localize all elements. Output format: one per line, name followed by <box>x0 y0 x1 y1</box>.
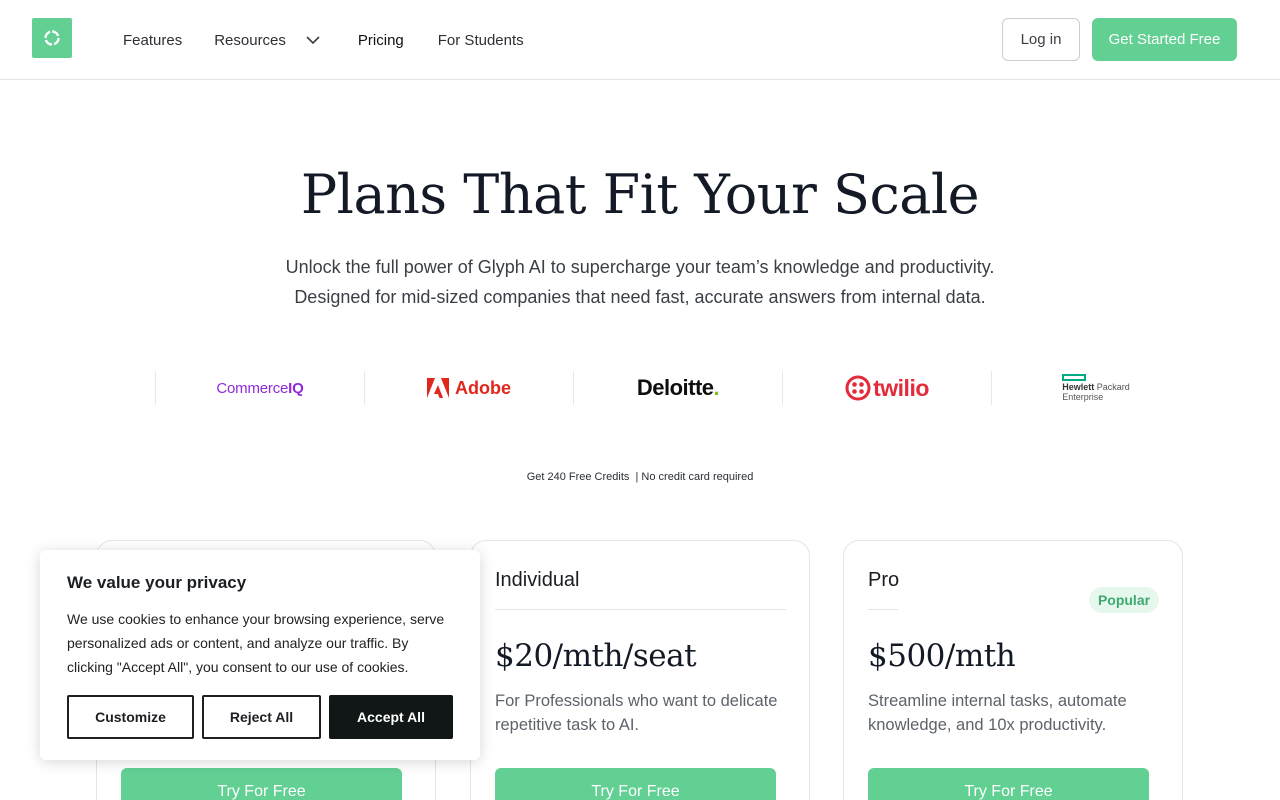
nav-pricing[interactable]: Pricing <box>358 30 404 50</box>
logo-deloitte: Deloitte. <box>573 371 782 405</box>
popular-badge: Popular <box>1089 587 1159 613</box>
cookie-text: We use cookies to enhance your browsing … <box>67 611 445 675</box>
deloitte-dot: . <box>713 375 720 400</box>
plan-card-pro: Pro Popular $500/mth Streamline internal… <box>843 540 1183 800</box>
adobe-text: Adobe <box>455 377 511 398</box>
accept-all-button[interactable]: Accept All <box>329 695 453 739</box>
adobe-icon <box>427 378 449 398</box>
try-free-button-individual[interactable]: Try For Free <box>495 768 776 800</box>
brand-logo[interactable] <box>32 18 72 58</box>
login-button[interactable]: Log in <box>1002 18 1080 61</box>
twilio-text: twilio <box>873 374 929 401</box>
logo-twilio: twilio <box>782 371 991 405</box>
customize-button[interactable]: Customize <box>67 695 194 739</box>
plan-card-individual: Individual $20/mth/seat For Professional… <box>470 540 810 800</box>
divider <box>868 609 898 610</box>
commerceiq-text-bold: IQ <box>288 379 304 397</box>
plan-description: For Professionals who want to delicate r… <box>495 692 778 734</box>
deloitte-text: Deloitte <box>636 375 714 400</box>
hero-subtitle-line-2: Designed for mid-sized companies that ne… <box>294 287 986 307</box>
hpe-bar-icon <box>1062 374 1087 381</box>
page-title: Plans That Fit Your Scale <box>300 163 980 226</box>
customer-logos: CommerceIQ Adobe Deloitte. twilio Hewlet… <box>155 371 1201 405</box>
try-free-button-free[interactable]: Try For Free <box>121 768 402 800</box>
reject-all-button[interactable]: Reject All <box>202 695 321 739</box>
cookie-consent-banner: We value your privacy We use cookies to … <box>40 550 480 760</box>
circle-ring-icon <box>44 30 60 46</box>
nav-resources-label: Resources <box>214 31 286 49</box>
hpe-text-1: Hewlett <box>1062 382 1095 392</box>
cookie-title: We value your privacy <box>67 573 247 592</box>
main-nav: Features Resources Pricing For Students <box>123 30 524 50</box>
nav-for-students[interactable]: For Students <box>438 30 524 50</box>
get-started-button[interactable]: Get Started Free <box>1092 18 1237 61</box>
chevron-down-icon[interactable] <box>306 36 320 44</box>
nav-resources[interactable]: Resources <box>214 30 320 50</box>
plan-price: $500/mth <box>868 638 1016 674</box>
hpe-text-2: Packard <box>1096 382 1130 392</box>
divider <box>495 609 786 610</box>
twilio-icon <box>845 375 871 401</box>
hpe-text-3: Enterprise <box>1062 392 1104 402</box>
logo-adobe: Adobe <box>364 371 573 405</box>
plan-description: Streamline internal tasks, automate know… <box>868 692 1127 734</box>
try-free-button-pro[interactable]: Try For Free <box>868 768 1149 800</box>
credits-note: Get 240 Free Credits | No credit card re… <box>526 471 754 483</box>
plan-name: Pro <box>868 569 900 591</box>
hero-subtitle: Unlock the full power of Glyph AI to sup… <box>0 252 1280 312</box>
logo-hpe: Hewlett Packard Enterprise <box>991 371 1200 405</box>
logo-commerceiq: CommerceIQ <box>155 371 364 405</box>
nav-features[interactable]: Features <box>123 30 182 50</box>
plan-price: $20/mth/seat <box>495 638 697 674</box>
site-header: Features Resources Pricing For Students … <box>0 0 1280 80</box>
hero-subtitle-line-1: Unlock the full power of Glyph AI to sup… <box>285 257 995 277</box>
plan-name: Individual <box>495 569 580 591</box>
commerceiq-text: Commerce <box>216 379 289 397</box>
